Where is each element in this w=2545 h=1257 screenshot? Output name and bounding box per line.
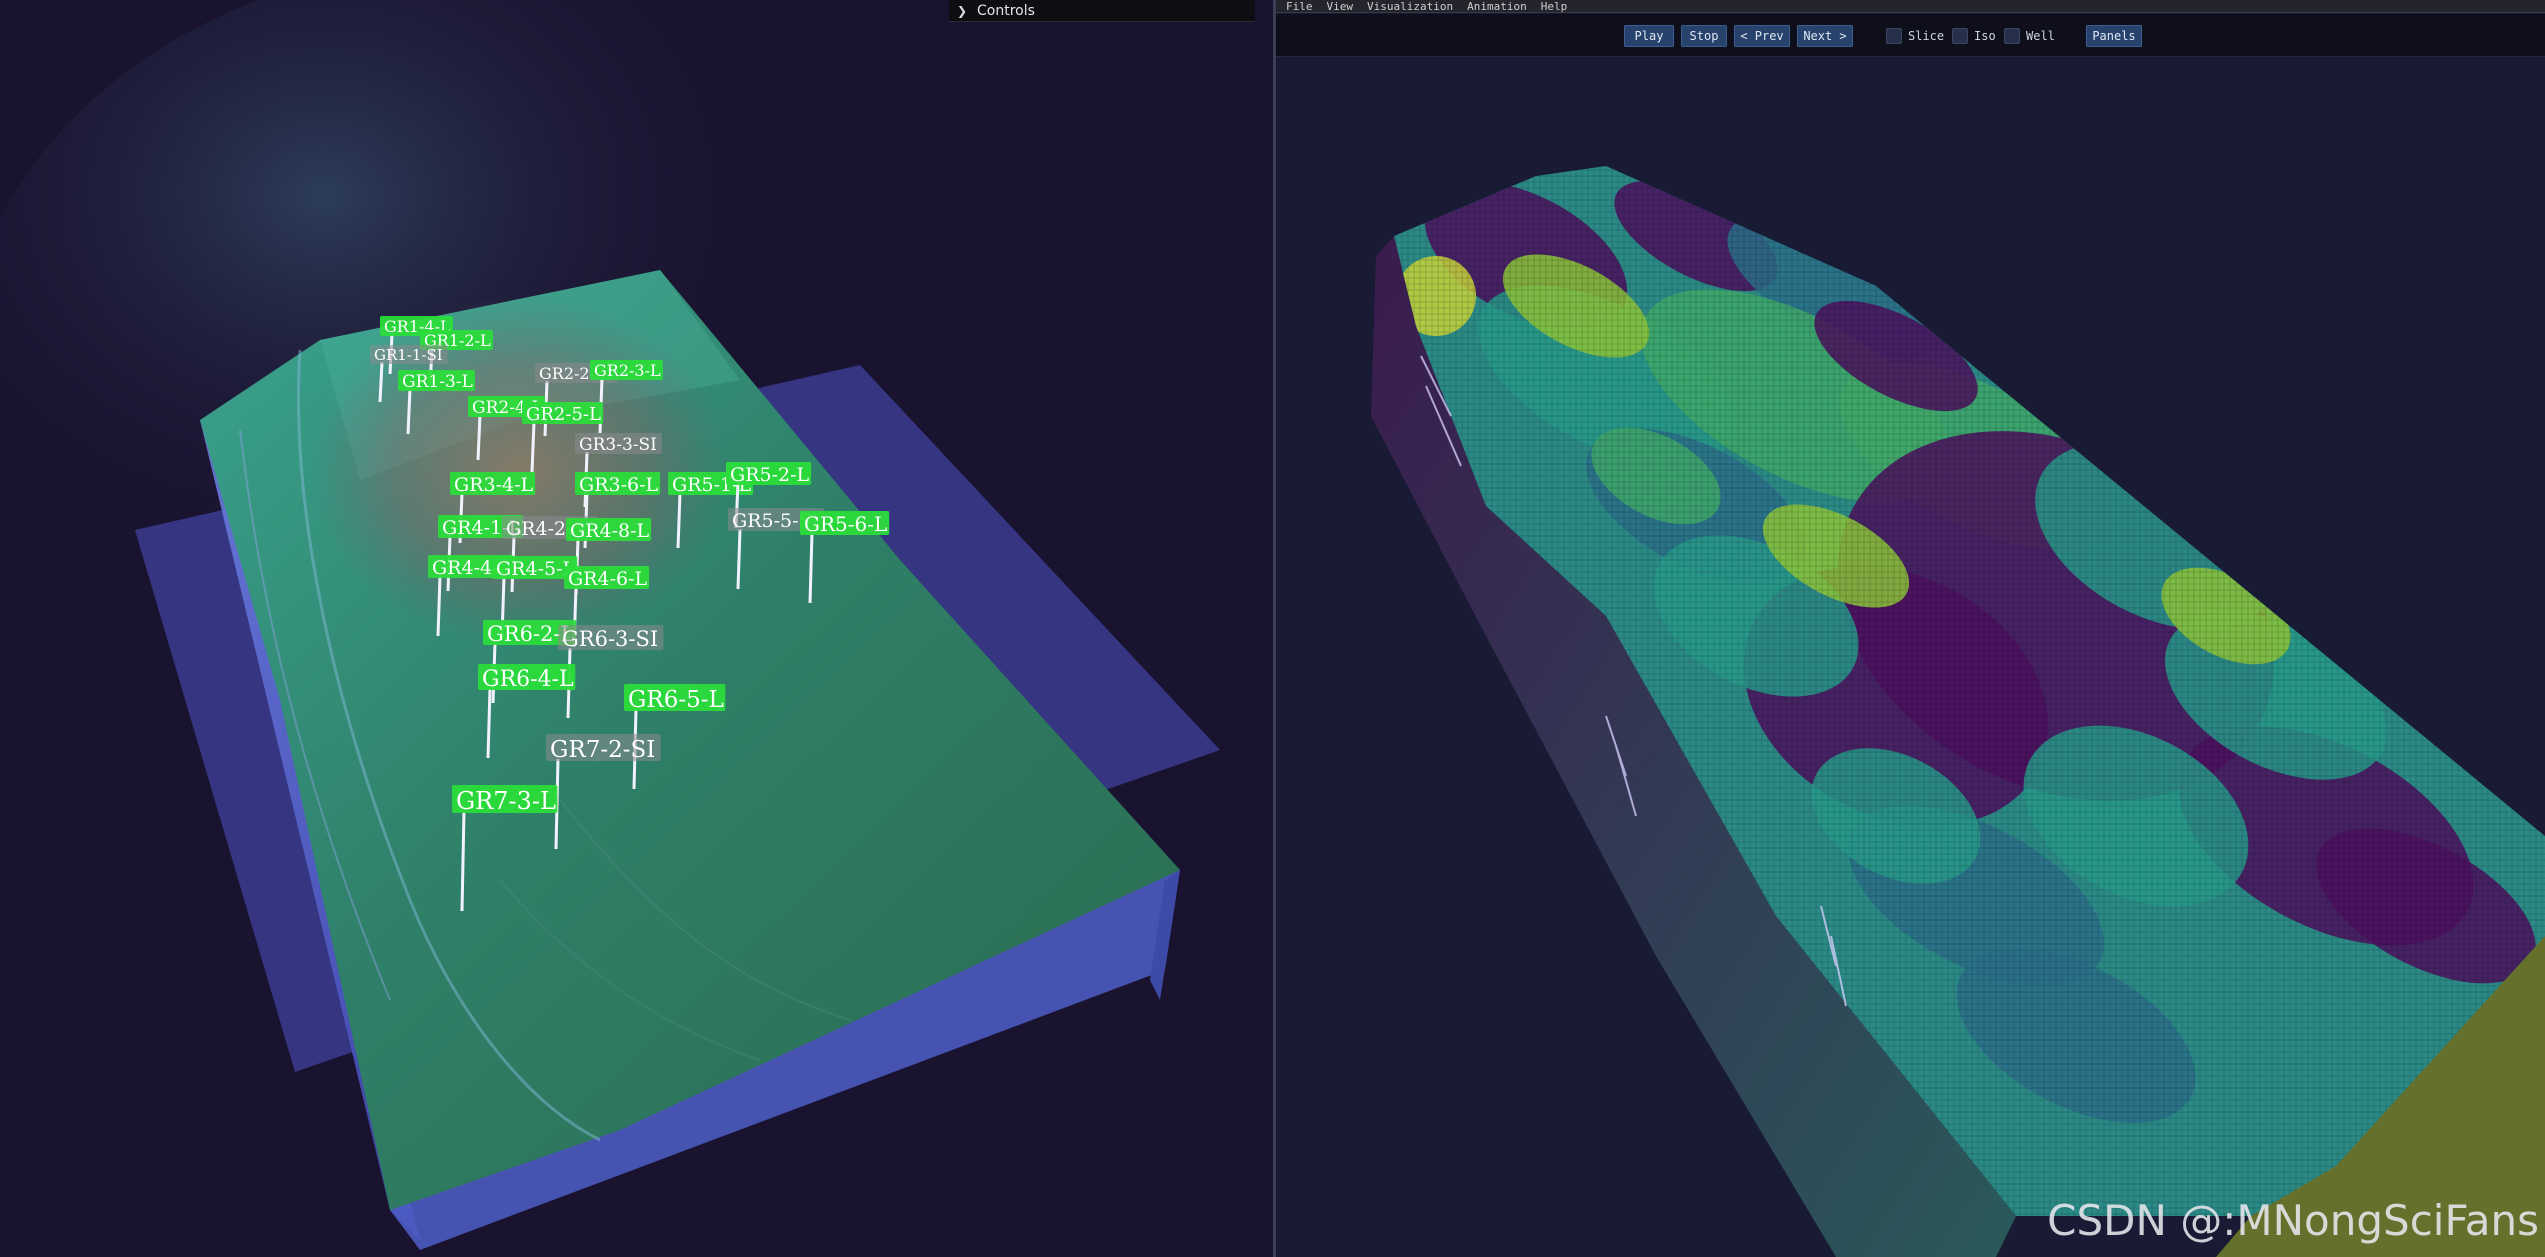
slice-label: Slice (1908, 29, 1945, 43)
well-label-text: GR6-4-L (482, 667, 574, 692)
iso-label: Iso (1974, 29, 1996, 43)
well-label-gr6-4[interactable]: GR6-4-L (478, 664, 576, 692)
well-label-gr4-8[interactable]: GR4-8-L (566, 518, 652, 542)
prev-button[interactable]: < Prev (1734, 25, 1790, 47)
well-label-text: GR6-5-L (628, 687, 724, 713)
well-label-text: GR1-1-SI (374, 346, 443, 364)
controls-panel-title: Controls (977, 2, 1035, 19)
next-button[interactable]: Next > (1797, 25, 1853, 47)
well-label-text: GR2-3-L (594, 361, 661, 380)
well-stick (676, 492, 682, 549)
voxel-model-view[interactable] (1276, 56, 2545, 1257)
well-stick (476, 414, 482, 461)
controls-panel[interactable]: ❯ Controls (949, 0, 1255, 22)
well-label-gr3-6[interactable]: GR3-6-L (575, 472, 661, 496)
well-label-text: GR2-5-L (526, 404, 601, 425)
well-label-text: GR4-6-L (568, 568, 648, 590)
well-label-gr6-5[interactable]: GR6-5-L (624, 684, 726, 713)
well-label-gr6-3[interactable]: GR6-3-SI (558, 625, 664, 651)
well-label-gr7-3[interactable]: GR7-3-L (452, 785, 558, 815)
well-toggle[interactable]: Well (2004, 27, 2055, 45)
well-label-text: GR1-3-L (402, 372, 473, 392)
well-stick (436, 575, 442, 637)
iso-checkbox[interactable] (1952, 28, 1968, 44)
menu-help[interactable]: Help (1541, 0, 1568, 13)
menu-bar: File View Visualization Animation Help (1276, 0, 2545, 13)
well-stick (736, 528, 742, 590)
well-stick (486, 687, 492, 759)
well-label-gr2-3[interactable]: GR2-3-L (590, 360, 663, 380)
well-label-text: GR3-4-L (454, 474, 534, 496)
stop-button[interactable]: Stop (1681, 25, 1727, 47)
well-label-gr7-2[interactable]: GR7-2-SI (546, 734, 661, 763)
well-label-text: GR7-3-L (456, 787, 556, 815)
slice-toggle[interactable]: Slice (1886, 27, 1944, 45)
well-label-gr1-3[interactable]: GR1-3-L (398, 370, 476, 392)
watermark-text: CSDN @:MNongSciFans (2047, 1196, 2539, 1245)
well-label-gr2-5[interactable]: GR2-5-L (522, 402, 604, 425)
play-button[interactable]: Play (1624, 25, 1674, 47)
well-label-text: GR5-2-L (730, 464, 810, 486)
well-checkbox[interactable] (2004, 28, 2020, 44)
menu-animation[interactable]: Animation (1467, 0, 1527, 13)
well-label-text: GR5-6-L (804, 512, 887, 536)
well-label: Well (2026, 29, 2055, 43)
right-3d-viewport[interactable]: File View Visualization Animation Help P… (1276, 0, 2545, 1257)
well-stick (530, 421, 536, 473)
menu-visualization[interactable]: Visualization (1367, 0, 1453, 13)
well-label-text: GR4-8-L (570, 520, 650, 542)
menu-view[interactable]: View (1327, 0, 1354, 13)
menu-file[interactable]: File (1286, 0, 1313, 13)
well-label-gr4-6[interactable]: GR4-6-L (564, 566, 650, 590)
well-label-gr3-3[interactable]: GR3-3-SI (575, 433, 662, 455)
left-3d-viewport[interactable]: GR1-4-L GR1-2-L GR1-1-SI GR1-3-L GR2-2-SI GR2… (0, 0, 1273, 1257)
well-label-gr3-4[interactable]: GR3-4-L (450, 472, 536, 496)
well-label-gr5-6[interactable]: GR5-6-L (800, 511, 890, 536)
well-label-gr5-2[interactable]: GR5-2-L (726, 462, 812, 486)
toolbar: Play Stop < Prev Next > Slice Iso Well P… (1276, 14, 2545, 57)
chevron-right-icon[interactable]: ❯ (957, 4, 971, 18)
well-label-gr1-1[interactable]: GR1-1-SI (370, 345, 448, 364)
panels-button[interactable]: Panels (2086, 25, 2142, 47)
well-stick (378, 361, 384, 403)
well-label-text: GR7-2-SI (550, 737, 655, 763)
well-stick (406, 388, 412, 435)
terrain-model-view[interactable]: GR1-4-LGR1-2-LGR1-1-SIGR1-3-L GR2-2-SIGR2… (0, 0, 1273, 1257)
well-label-text: GR6-3-SI (562, 627, 658, 651)
slice-checkbox[interactable] (1886, 28, 1902, 44)
well-label-text: GR4-5-L (496, 558, 576, 580)
well-stick (808, 532, 814, 604)
well-label-text: GR3-6-L (579, 474, 659, 496)
iso-toggle[interactable]: Iso (1952, 27, 1996, 45)
well-stick (460, 810, 466, 912)
well-label-text: GR3-3-SI (579, 435, 657, 455)
